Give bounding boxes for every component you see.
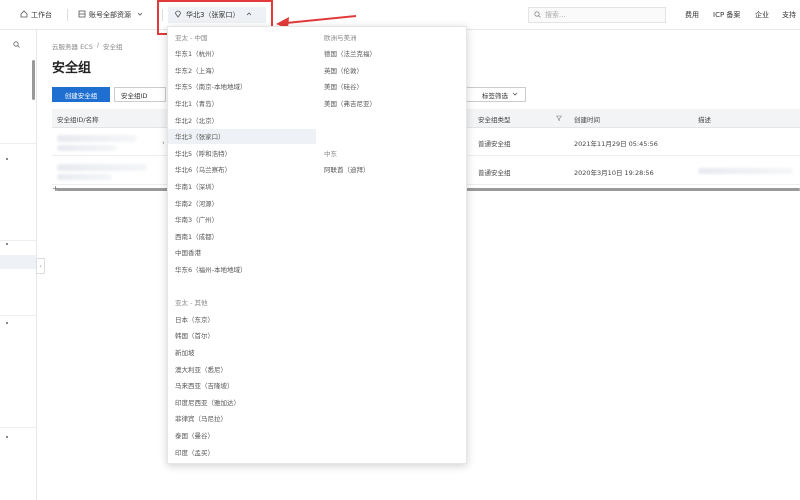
tag-filter-label: 标签筛选: [482, 91, 508, 100]
region-option[interactable]: 华南3（广州）: [168, 212, 316, 227]
resource-icon: [78, 10, 86, 20]
nav-link-label: 企业: [755, 11, 769, 19]
region-option[interactable]: 澳大利亚（悉尼）: [168, 361, 316, 376]
chevron-right-icon: ›: [162, 139, 165, 147]
divider: [0, 427, 37, 428]
global-search-input[interactable]: 搜索...: [528, 7, 666, 23]
search-placeholder: 搜索...: [545, 11, 566, 19]
region-option[interactable]: 华南2（河源）: [168, 195, 316, 210]
menu-dot: [6, 322, 8, 324]
region-option[interactable]: 华东6（福州-本地地域）: [168, 261, 316, 276]
region-option[interactable]: 印度（孟买）: [168, 444, 316, 459]
region-group-heading: 中东: [324, 149, 337, 158]
region-option[interactable]: 华南1（深圳）: [168, 178, 316, 193]
region-option[interactable]: 马来西亚（吉隆坡）: [168, 378, 316, 393]
region-option[interactable]: 华北1（青岛）: [168, 95, 316, 110]
region-option[interactable]: 华北2（北京）: [168, 112, 316, 127]
redacted-id: [57, 164, 147, 171]
left-sidebar: [0, 30, 37, 500]
created-time: 2020年3月10日 19:28:56: [574, 169, 654, 177]
nav-link-label: ICP 备案: [713, 11, 741, 19]
region-spacer: [317, 112, 465, 127]
sidebar-collapse-handle[interactable]: ‹: [36, 258, 45, 274]
workbench-label: 工作台: [31, 11, 52, 19]
filter-field-select[interactable]: 安全组ID: [114, 87, 166, 102]
divider: [0, 240, 37, 241]
region-dropdown: 亚太 - 中国华东1（杭州） 华东2（上海） 华东5（南京-本地地域） 华北1（青岛）…: [167, 26, 467, 464]
home-icon: [20, 10, 28, 20]
column-header: 安全组ID/名称: [57, 116, 99, 124]
breadcrumb-item[interactable]: 云服务器 ECS: [52, 41, 93, 51]
search-icon[interactable]: [13, 41, 20, 50]
region-group-heading: 亚太 - 其他: [175, 299, 208, 308]
page-title: 安全组: [52, 61, 92, 76]
nav-link-support[interactable]: 支持: [782, 8, 796, 22]
redacted-description: [698, 168, 793, 174]
nav-link-billing[interactable]: 费用: [685, 8, 699, 22]
redacted-id: [57, 135, 137, 142]
menu-dot: [6, 436, 8, 438]
region-option[interactable]: 华北3（张家口）: [168, 128, 316, 144]
region-option[interactable]: 阿联酋（迪拜）: [317, 162, 465, 177]
chevron-left-icon: ‹: [39, 262, 42, 270]
menu-dot: [6, 158, 8, 160]
redacted-name: [57, 174, 112, 180]
nav-link-label: 支持: [782, 11, 796, 19]
column-header: 安全组类型: [478, 116, 511, 124]
region-option[interactable]: 日本（东京）: [168, 311, 316, 326]
region-option[interactable]: 韩国（首尔）: [168, 328, 316, 343]
account-resource-selector[interactable]: 账号全部资源: [78, 8, 143, 22]
region-option[interactable]: 西南1（成都）: [168, 228, 316, 243]
menu-dot: [6, 243, 8, 245]
divider: [0, 315, 37, 316]
column-header: 描述: [698, 116, 711, 124]
region-group-heading: 欧洲与美洲: [324, 33, 357, 42]
chevron-down-icon: [137, 11, 143, 19]
nav-link-icp[interactable]: ICP 备案: [713, 8, 740, 22]
search-icon: [534, 10, 541, 20]
nav-link-enterprise[interactable]: 企业: [755, 8, 769, 22]
region-spacer: [317, 129, 465, 144]
region-option[interactable]: 德国（法兰克福）: [317, 46, 465, 61]
divider: [0, 143, 37, 144]
created-time: 2021年11月29日 05:45:56: [574, 140, 658, 148]
region-option[interactable]: 华东1（杭州）: [168, 46, 316, 61]
region-option[interactable]: 华北6（乌兰察布）: [168, 162, 316, 177]
filter-field-label: 安全组ID: [121, 91, 148, 100]
region-option[interactable]: 华北5（呼和浩特）: [168, 145, 316, 160]
sidebar-item-active[interactable]: [0, 255, 36, 269]
region-option[interactable]: 英国（伦敦）: [317, 62, 465, 77]
region-option[interactable]: 菲律宾（马尼拉）: [168, 411, 316, 426]
breadcrumb: 云服务器 ECS / 安全组: [52, 41, 123, 51]
tag-filter-button[interactable]: 标签筛选: [466, 87, 526, 102]
region-option[interactable]: 印度尼西亚（雅加达）: [168, 394, 316, 409]
breadcrumb-separator: /: [96, 41, 100, 49]
create-security-group-button[interactable]: 创建安全组: [52, 87, 110, 102]
region-option[interactable]: 华东2（上海）: [168, 62, 316, 77]
chevron-down-icon: [512, 91, 518, 99]
region-spacer: [168, 278, 316, 293]
divider: [67, 9, 68, 21]
column-header: 创建时间: [574, 116, 600, 124]
region-option[interactable]: 新加坡: [168, 344, 316, 359]
workbench-link[interactable]: 工作台: [20, 8, 52, 22]
region-option[interactable]: 泰国（曼谷）: [168, 427, 316, 442]
region-option[interactable]: 美国（硅谷）: [317, 79, 465, 94]
security-group-type: 普通安全组: [478, 140, 511, 148]
account-resource-label: 账号全部资源: [89, 11, 131, 19]
redacted-name: [57, 145, 117, 151]
region-option[interactable]: 中国香港: [168, 245, 316, 260]
nav-link-label: 费用: [685, 11, 699, 19]
region-option[interactable]: 美国（弗吉尼亚）: [317, 95, 465, 110]
breadcrumb-item: 安全组: [103, 43, 123, 51]
sidebar-scrollbar[interactable]: [32, 60, 35, 100]
region-group-heading: 亚太 - 中国: [175, 33, 208, 42]
region-option[interactable]: 华东5（南京-本地地域）: [168, 79, 316, 94]
security-group-type: 普通安全组: [478, 169, 511, 177]
filter-icon[interactable]: [555, 115, 563, 123]
